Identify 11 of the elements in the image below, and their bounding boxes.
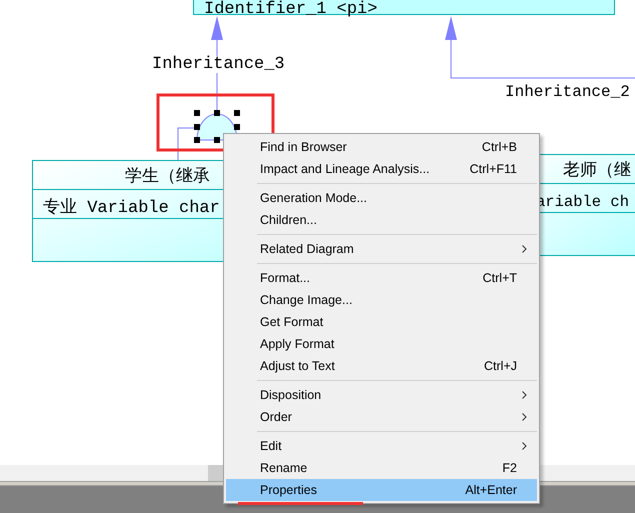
shortcut-label: Ctrl+T: [482, 270, 517, 287]
class-attribute: 专业 Variable char: [43, 199, 220, 218]
shortcut-label: Ctrl+B: [482, 138, 517, 156]
link-label: Inheritance_3: [152, 56, 285, 73]
class-title: 学生（继承: [125, 168, 210, 187]
shortcut-label: F2: [502, 460, 517, 477]
class-title: 老师（继: [563, 162, 631, 181]
shortcut-label: Ctrl+J: [484, 358, 517, 375]
shortcut-label: Alt+Enter: [465, 482, 517, 499]
link-label: Inheritance_2: [505, 84, 630, 100]
shortcut-label: Ctrl+F11: [470, 160, 517, 178]
